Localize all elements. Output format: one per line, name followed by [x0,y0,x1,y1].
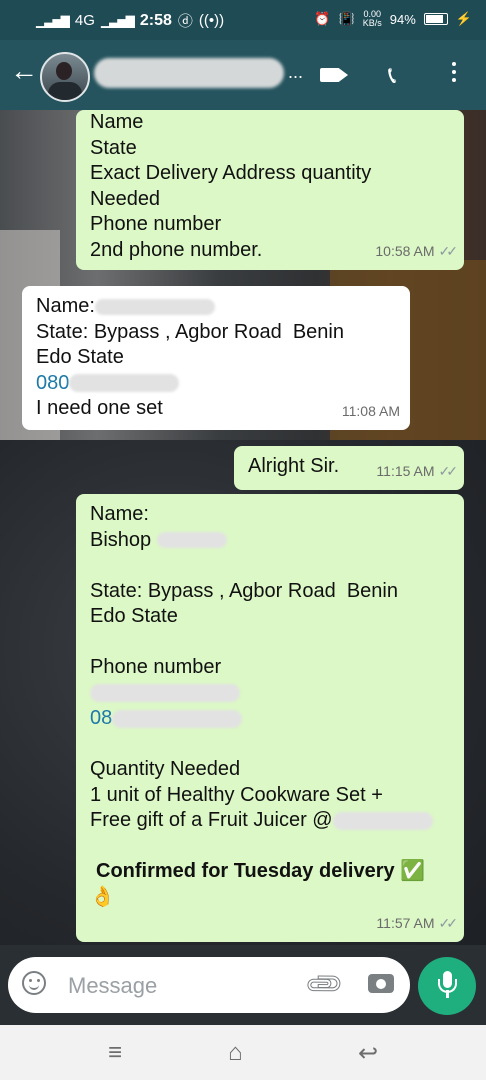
video-call-icon[interactable] [320,68,348,82]
message-line: 080 [36,371,396,397]
phone-link[interactable]: 080 [36,372,69,394]
redaction [94,298,215,315]
phone-link[interactable]: 08 [90,707,112,729]
read-receipt-icon: ✓✓ [438,914,459,931]
message-line: Free gift of a Fruit Juicer @ [90,808,450,834]
message-line: State [90,136,137,159]
back-icon[interactable]: ↩ [358,1039,378,1068]
read-receipt-icon: ✓✓ [438,462,459,479]
message-meta: 11:57 AM ✓✓ [376,911,459,937]
message-line: Phone number [90,213,222,235]
message-line [90,630,450,656]
status-left: ▁▃▅▇ 4G ▁▃▅▇ 2:58 ⓓ ((•)) [36,10,224,31]
message-line: Phone number [90,656,222,678]
message-line: Name: [36,294,396,320]
message-line: State: Bypass , Agbor Road Benin [36,320,344,343]
signal-icon-2: ▁▃▅▇ [100,13,135,28]
message-bubble-incoming[interactable]: Name: State: Bypass , Agbor Road Benin E… [22,286,410,430]
read-receipt-icon: ✓✓ [438,242,459,259]
message-line: Name: [90,503,149,525]
contact-name-redaction [94,58,284,88]
contact-name-suffix: ... [288,62,304,82]
message-text: Bishop [90,528,152,551]
message-line: Confirmed for Tuesday delivery ✅ [96,860,426,882]
message-time: 11:57 AM [376,914,435,931]
phone-icon[interactable]: 📞︎ [388,62,396,90]
message-meta: 11:08 AM [342,399,400,425]
message-line [90,681,450,707]
message-meta: 10:58 AM ✓✓ [375,239,459,265]
menu-lines-icon[interactable]: ≡ [108,1039,122,1067]
emoji-icon[interactable] [22,971,46,995]
message-line: Quantity Needed [90,758,241,780]
message-meta: 11:15 AM ✓✓ [376,459,459,485]
message-line [90,732,450,758]
vibrate-icon: 📳 [338,11,355,26]
message-text: Free gift of a Fruit Juicer @ [90,809,333,831]
message-bubble-outgoing[interactable]: Alright Sir. 11:15 AM ✓✓ [234,446,464,490]
mic-stem [446,990,449,998]
message-line: 👌 [90,885,115,908]
status-bar: ▁▃▅▇ 4G ▁▃▅▇ 2:58 ⓓ ((•)) ⏰ 📳 0.00 KB/s … [0,0,486,40]
status-right: ⏰ 📳 0.00 KB/s 94% ⚡ [314,10,472,28]
chat-header: ← ... 📞︎ [0,40,486,110]
alarm-icon: ⏰ [314,11,331,26]
message-time: 11:08 AM [341,402,400,419]
message-composer: 📎︎ [8,957,410,1013]
redaction [112,709,243,728]
network-type: 4G [74,12,95,29]
message-input[interactable] [66,969,300,1003]
chat-background: Name State Exact Delivery Address quanti… [0,110,486,945]
speed-unit: KB/s [362,18,382,28]
message-bubble-outgoing[interactable]: Name: Bishop State: Bypass , Agbor Road … [76,494,464,942]
signal-icon: ▁▃▅▇ [36,13,70,28]
back-arrow-icon[interactable]: ← [10,56,38,86]
system-navbar: ≡ ⌂ ↩ [0,1025,486,1080]
mic-button[interactable] [418,957,476,1015]
message-line: State: Bypass , Agbor Road Benin [90,579,398,602]
message-line: Name [90,111,144,133]
message-line: 1 unit of Healthy Cookware Set + [90,783,383,806]
attach-icon[interactable]: 📎︎ [302,962,347,1007]
message-line: 08 [90,706,450,732]
message-line: Needed [90,187,161,210]
message-line: Edo State [36,346,124,368]
mic-icon [438,971,457,993]
message-time: 11:15 AM [376,462,435,479]
avatar[interactable] [40,52,90,102]
notification-icon: ⓓ [177,13,193,30]
redaction [69,374,180,393]
message-line: Bishop [90,528,450,554]
message-line [90,834,450,860]
redaction [90,684,240,703]
message-line: Edo State [90,605,178,627]
status-time: 2:58 [139,11,172,29]
home-icon[interactable]: ⌂ [228,1039,243,1067]
message-text: Name: [36,295,95,317]
hotspot-icon: ((•)) [198,12,225,29]
camera-icon[interactable] [368,974,394,993]
message-line: Exact Delivery Address quantity [90,162,372,184]
message-bubble-outgoing[interactable]: Name State Exact Delivery Address quanti… [76,110,464,270]
redaction [156,532,227,549]
speed-readout: 0.00 KB/s [363,10,382,28]
message-time: 10:58 AM [375,242,435,259]
battery-icon [423,13,448,25]
message-line [90,553,450,579]
charging-icon: ⚡ [455,11,472,26]
redaction [332,811,433,830]
more-vert-icon[interactable] [452,62,456,86]
battery-percent: 94% [389,11,416,27]
